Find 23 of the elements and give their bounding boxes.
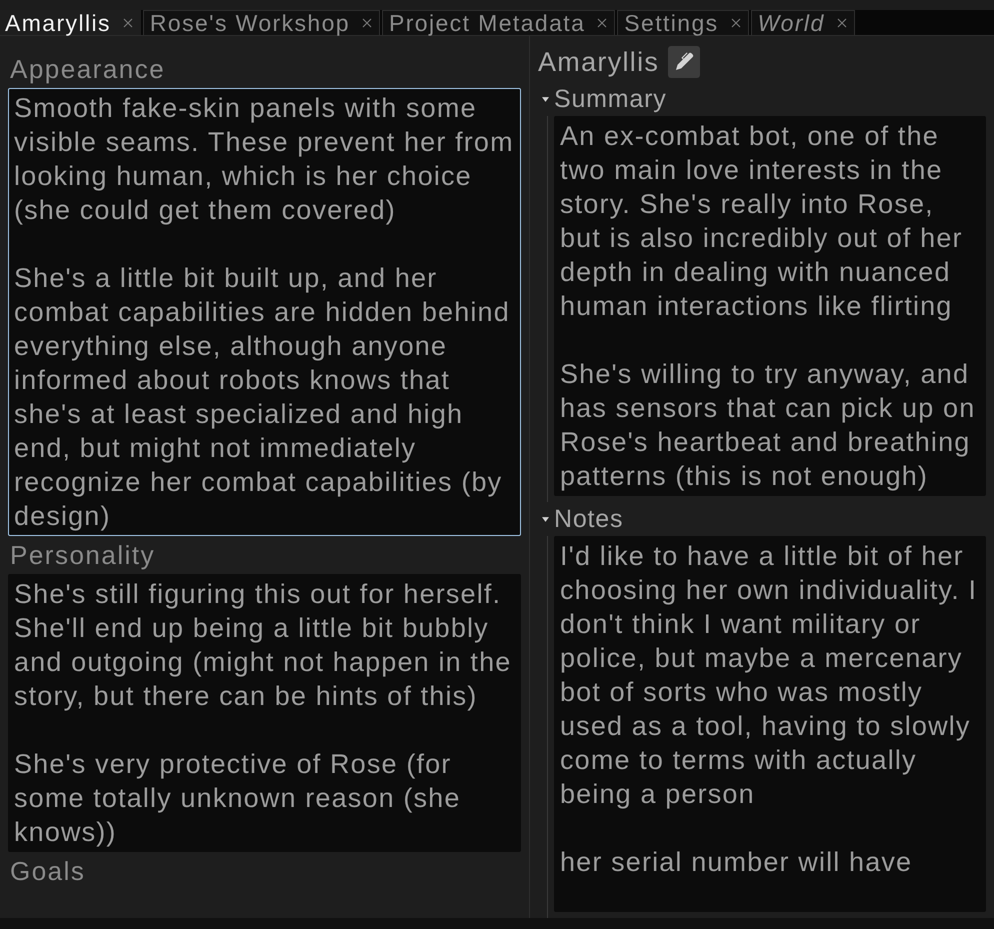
close-icon[interactable] bbox=[597, 18, 608, 28]
field-label: Goals bbox=[9, 855, 86, 888]
tab[interactable]: Rose's Workshop bbox=[142, 10, 380, 35]
caret-icon[interactable] bbox=[542, 516, 549, 522]
caret-icon[interactable] bbox=[542, 96, 549, 102]
field-label: Appearance bbox=[9, 53, 166, 86]
tab[interactable]: Amaryllis bbox=[0, 10, 141, 35]
text-area[interactable]: Smooth fake-skin panels with some visible seams. These prevent her from looking human, which is her choice (she could get them covered) She's a little bit built up, and her combat capabilities are hidden behind everything else, although anyone informed about robots knows that she's at least specialized and high end, but might not immediately recognize her combat capabilities (by design) bbox=[8, 88, 521, 536]
text-area[interactable]: I'd like to have a little bit of her choosing her own individuality. I don't think I want military or police, but maybe a mercenary bot of sorts who was mostly used as a tool, having to slowly come to terms with actually being a person her serial number will have bbox=[554, 536, 986, 912]
close-icon[interactable] bbox=[730, 18, 741, 28]
character-name: Amaryllis bbox=[538, 46, 660, 78]
close-icon[interactable] bbox=[362, 18, 372, 28]
field-label: Personality bbox=[9, 539, 156, 572]
tab[interactable]: Settings bbox=[617, 10, 749, 35]
section-header[interactable]: Notes bbox=[554, 504, 624, 534]
close-icon[interactable] bbox=[836, 18, 847, 28]
close-icon[interactable] bbox=[122, 18, 133, 28]
edit-button[interactable] bbox=[668, 46, 700, 78]
tab[interactable]: Project Metadata bbox=[382, 10, 616, 35]
text-area[interactable]: An ex-combat bot, one of the two main love interests in the story. She's really into Rose, but is also incredibly out of her depth in dealing with nuanced human interactions like flirting She's willing to try anyway, and has sensors that can pick up on Rose's heartbeat and breathing patterns (this is not enough) bbox=[554, 116, 986, 496]
text-area[interactable]: She's still figuring this out for herself. She'll end up being a little bit bubbly and outgoing (might not happen in the story, but there can be hints of this) She's very protective of Rose (for some totally unknown reason (she knows)) bbox=[8, 574, 521, 852]
tab[interactable]: World bbox=[750, 10, 855, 35]
section-header[interactable]: Summary bbox=[554, 84, 667, 114]
